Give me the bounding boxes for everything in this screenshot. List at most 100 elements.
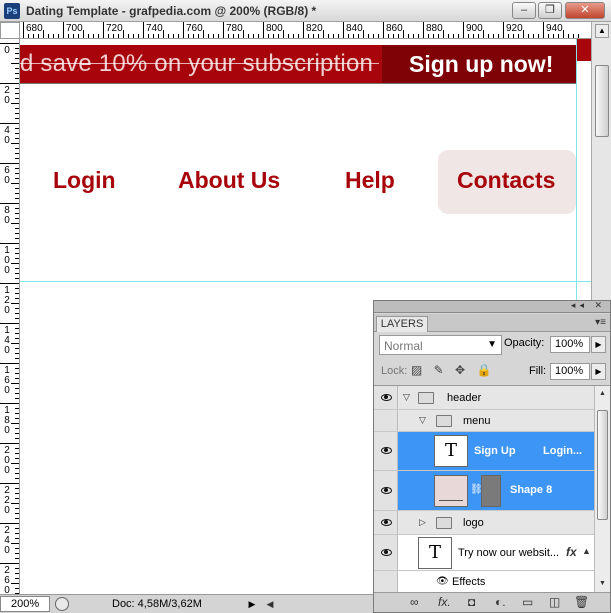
ruler-minor-tick xyxy=(15,48,19,49)
ruler-vertical[interactable]: 020406080100120140160180200220240260 xyxy=(0,39,20,594)
ruler-minor-tick xyxy=(15,548,19,549)
layer-shape-8[interactable]: ⛓ Shape 8 xyxy=(374,471,594,511)
expand-triangle-icon[interactable]: ▽ xyxy=(403,392,410,403)
scroll-down-arrow-icon[interactable]: ▼ xyxy=(597,578,608,589)
ruler-minor-tick xyxy=(15,358,19,359)
scroll-thumb[interactable] xyxy=(595,65,609,137)
ruler-major-tick xyxy=(303,22,304,38)
add-mask-icon[interactable]: ◘ xyxy=(468,595,475,609)
panel-collapse-close-icons[interactable]: ◂◂ ✕ xyxy=(571,300,606,311)
ruler-major-tick xyxy=(0,403,19,404)
visibility-toggle[interactable] xyxy=(374,471,398,510)
lock-options-icons[interactable]: ▨ ✎ ✥ 🔒 xyxy=(411,363,495,377)
status-menu-arrow-icon[interactable]: ▶ xyxy=(245,597,259,611)
ruler-minor-tick xyxy=(15,308,19,309)
ruler-minor-tick xyxy=(498,34,499,38)
ruler-minor-tick xyxy=(15,193,19,194)
ruler-minor-tick xyxy=(11,103,19,104)
ruler-major-tick xyxy=(0,123,19,124)
ruler-label: 820 xyxy=(306,23,323,34)
close-button[interactable]: ✕ xyxy=(565,2,605,19)
visibility-toggle[interactable] xyxy=(374,386,398,409)
ruler-minor-tick xyxy=(443,30,444,38)
ruler-minor-tick xyxy=(468,34,469,38)
visibility-toggle[interactable] xyxy=(374,535,398,570)
layer-text-sign-up[interactable]: T Sign Up Login... xyxy=(374,432,594,471)
scroll-up-arrow-icon[interactable]: ▲ xyxy=(597,388,608,399)
opacity-slider-arrow-icon[interactable]: ▶ xyxy=(591,336,606,353)
minimize-button[interactable]: – xyxy=(512,2,536,19)
guide-horizontal[interactable] xyxy=(20,281,591,282)
ruler-minor-tick xyxy=(533,34,534,38)
ruler-minor-tick xyxy=(253,34,254,38)
scroll-left-arrow-icon[interactable]: ◀ xyxy=(264,597,276,611)
visibility-toggle[interactable] xyxy=(374,410,398,431)
visibility-toggle[interactable] xyxy=(374,511,398,534)
layer-name: logo xyxy=(463,517,484,529)
opacity-label: Opacity: xyxy=(504,337,545,349)
tab-layers[interactable]: LAYERS xyxy=(376,316,428,332)
ruler-minor-tick xyxy=(15,558,19,559)
expand-effects-triangle-icon[interactable]: ▲ xyxy=(582,546,591,556)
ruler-major-tick xyxy=(543,22,544,38)
ruler-minor-tick xyxy=(11,383,19,384)
blend-mode-value: Normal xyxy=(384,339,423,353)
new-layer-icon[interactable]: ◫ xyxy=(549,595,560,609)
fill-slider-arrow-icon[interactable]: ▶ xyxy=(591,363,606,380)
ruler-minor-tick xyxy=(15,398,19,399)
fill-input[interactable]: 100% xyxy=(550,363,590,380)
ruler-minor-tick xyxy=(493,34,494,38)
ruler-label: 880 xyxy=(426,23,443,34)
opacity-input[interactable]: 100% xyxy=(550,336,590,353)
panel-menu-icon[interactable]: ▾≡ xyxy=(595,317,606,328)
folder-icon xyxy=(436,517,452,529)
banner: d save 10% on your subscription Sign up … xyxy=(20,45,576,83)
layer-group-logo[interactable]: ▷ logo xyxy=(374,511,594,535)
fx-effects-icon[interactable]: fx xyxy=(566,545,577,559)
ruler-minor-tick xyxy=(283,30,284,38)
visibility-toggle[interactable] xyxy=(374,571,398,592)
link-layers-icon[interactable]: ∞ xyxy=(410,595,419,609)
scroll-up-arrow-icon[interactable]: ▲ xyxy=(595,24,609,38)
eye-icon xyxy=(381,394,392,401)
ruler-minor-tick xyxy=(15,273,19,274)
layers-scrollbar[interactable]: ▲ ▼ xyxy=(594,386,610,592)
layer-effects-row[interactable]: 👁 Effects xyxy=(374,571,594,592)
layer-group-menu[interactable]: ▽ menu xyxy=(374,410,594,432)
ruler-horizontal[interactable]: 680 700 720 740 760 780 800 820 840 860 880 900 920 9… xyxy=(20,22,591,39)
layers-scroll-thumb[interactable] xyxy=(597,410,608,520)
layers-list: ▽ header ▽ menu T Sign Up Login... ⛓ Sha… xyxy=(374,385,610,592)
eye-icon xyxy=(381,519,392,526)
ruler-minor-tick xyxy=(453,34,454,38)
add-layer-style-icon[interactable]: fx. xyxy=(438,595,451,609)
window-titlebar[interactable]: Ps Dating Template - grafpedia.com @ 200… xyxy=(0,0,611,22)
status-info-icon[interactable] xyxy=(55,597,69,611)
layer-text-try-now[interactable]: T Try now our websit... fx ▲ xyxy=(374,535,594,571)
collapsed-triangle-icon[interactable]: ▷ xyxy=(419,517,426,528)
ruler-minor-tick xyxy=(293,34,294,38)
ruler-minor-tick xyxy=(15,218,19,219)
adjustment-layer-icon[interactable]: ◐. xyxy=(495,595,506,609)
restore-button[interactable]: ❐ xyxy=(538,2,562,19)
ruler-minor-tick xyxy=(15,478,19,479)
ruler-minor-tick xyxy=(15,573,19,574)
ruler-minor-tick xyxy=(15,418,19,419)
ruler-minor-tick xyxy=(418,34,419,38)
zoom-level-input[interactable]: 200% xyxy=(0,596,50,612)
trash-icon[interactable]: 🗑 xyxy=(574,595,589,609)
ruler-major-tick xyxy=(23,22,24,38)
new-group-icon[interactable]: ▭ xyxy=(522,595,533,609)
ruler-minor-tick xyxy=(15,253,19,254)
ruler-minor-tick xyxy=(15,178,19,179)
ruler-minor-tick xyxy=(15,378,19,379)
ruler-minor-tick xyxy=(53,34,54,38)
ruler-minor-tick xyxy=(213,34,214,38)
visibility-toggle[interactable] xyxy=(374,432,398,470)
expand-triangle-icon[interactable]: ▽ xyxy=(419,415,426,426)
ruler-origin[interactable] xyxy=(0,22,20,39)
layer-group-header[interactable]: ▽ header xyxy=(374,386,594,410)
ruler-minor-tick xyxy=(78,34,79,38)
ruler-label: 760 xyxy=(186,23,203,34)
blend-mode-select[interactable]: Normal ▼ xyxy=(379,335,502,355)
panel-header-strip[interactable]: ◂◂ ✕ xyxy=(374,300,610,313)
